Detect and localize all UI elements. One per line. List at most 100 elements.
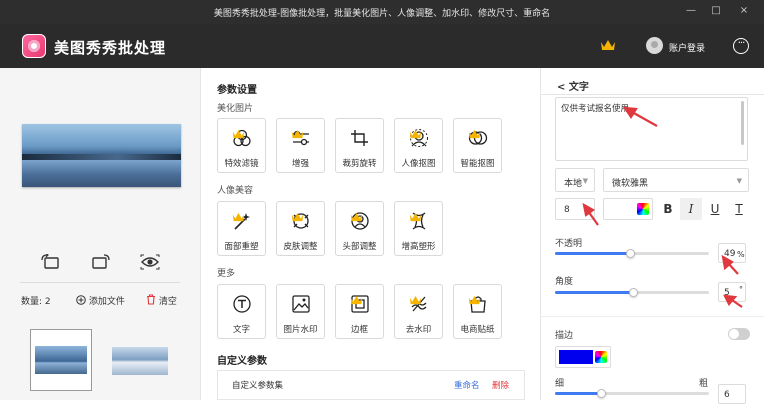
- tool-enhance[interactable]: 增强: [276, 118, 325, 173]
- tool-remove-watermark[interactable]: 去水印: [394, 284, 443, 339]
- portrait-label: 人像美容: [217, 186, 254, 196]
- opacity-slider[interactable]: [555, 249, 709, 258]
- divider: [541, 316, 764, 317]
- rotate-right-icon[interactable]: [91, 254, 111, 270]
- color-palette-icon: [595, 351, 607, 363]
- beautify-label: 美化图片: [217, 104, 254, 114]
- font-size-select[interactable]: 8 ▾: [555, 198, 595, 220]
- login-link[interactable]: 账户登录: [669, 41, 705, 54]
- tool-ecommerce-sticker[interactable]: 电商贴纸: [453, 284, 502, 339]
- stroke-color-picker[interactable]: [555, 346, 611, 368]
- tool-label: 去水印: [405, 325, 432, 335]
- tool-image-watermark[interactable]: 图片水印: [276, 284, 325, 339]
- tool-label: 裁剪旋转: [342, 159, 377, 169]
- vip-crown-icon: [468, 295, 481, 305]
- vip-crown-icon: [350, 295, 363, 305]
- degree-unit: °: [739, 285, 743, 294]
- text-icon: [233, 295, 251, 313]
- tool-label: 增高塑形: [401, 242, 436, 252]
- tool-label: 增强: [291, 159, 309, 169]
- tool-label: 特效滤镜: [224, 159, 259, 169]
- bold-button[interactable]: B: [657, 198, 679, 220]
- italic-button[interactable]: I: [680, 198, 702, 220]
- app-header: 美图秀秀批处理 账户登录 ···: [0, 24, 764, 68]
- tool-label: 电商贴纸: [460, 325, 495, 335]
- color-palette-icon: [637, 203, 649, 215]
- tool-border[interactable]: 边框: [335, 284, 384, 339]
- vip-crown-icon: [350, 212, 363, 222]
- custom-params-title: 自定义参数: [217, 356, 267, 367]
- vip-crown-icon[interactable]: [600, 39, 616, 51]
- minimize-button[interactable]: —: [684, 4, 698, 18]
- maximize-button[interactable]: □: [709, 4, 723, 18]
- avatar[interactable]: [646, 37, 663, 54]
- custom-param-set[interactable]: 自定义参数集: [232, 379, 283, 391]
- image-thumbnail-selected[interactable]: [30, 329, 92, 391]
- tool-height-shape[interactable]: 增高塑形: [394, 201, 443, 256]
- stroke-label: 描边: [555, 331, 574, 341]
- image-count-value: 2: [44, 297, 51, 307]
- app-logo-icon: [22, 34, 46, 58]
- add-file-button[interactable]: 添加文件: [76, 294, 125, 307]
- stroke-width-input[interactable]: 6: [718, 384, 746, 404]
- window-title: 美图秀秀批处理-图像批处理，批量美化图片、人像调整、加水印、修改尺寸、重命名: [213, 9, 551, 19]
- slider-handle[interactable]: [596, 389, 606, 398]
- tool-text[interactable]: 文字: [217, 284, 266, 339]
- tool-label: 面部重塑: [224, 242, 259, 252]
- tool-effect-filter[interactable]: 特效滤镜: [217, 118, 266, 173]
- scrollbar[interactable]: [741, 101, 744, 145]
- title-bar: 美图秀秀批处理-图像批处理，批量美化图片、人像调整、加水印、修改尺寸、重命名 —…: [0, 0, 764, 24]
- close-button[interactable]: ×: [737, 4, 751, 18]
- image-list-panel: 数量: 2 添加文件 清空: [0, 68, 200, 400]
- image-watermark-icon: [292, 295, 310, 313]
- section-title: 参数设置: [217, 85, 257, 96]
- tool-face-reshape[interactable]: 面部重塑: [217, 201, 266, 256]
- vip-crown-icon: [409, 295, 422, 305]
- crop-icon: [351, 130, 368, 146]
- vip-crown-icon: [468, 129, 481, 139]
- custom-params-list: 自定义参数集 重命名 删除: [217, 370, 525, 400]
- tool-label: 边框: [350, 325, 368, 335]
- more-menu-icon[interactable]: ···: [733, 38, 749, 54]
- tool-label: 图片水印: [283, 325, 318, 335]
- tool-skin-adjust[interactable]: 皮肤调整: [276, 201, 325, 256]
- font-source-select[interactable]: 本地 ▼: [555, 168, 595, 192]
- tool-smart-cutout[interactable]: 智能抠图: [453, 118, 502, 173]
- text-color-picker[interactable]: [603, 198, 653, 220]
- divider: [541, 94, 764, 95]
- more-label: 更多: [217, 269, 236, 279]
- image-thumbnail[interactable]: [112, 347, 168, 375]
- chevron-down-icon: ▼: [582, 177, 588, 185]
- tool-head-adjust[interactable]: 头部调整: [335, 201, 384, 256]
- percent-unit: %: [737, 250, 745, 259]
- opacity-label: 不透明: [555, 239, 583, 249]
- thin-label: 细: [555, 379, 565, 389]
- slider-handle[interactable]: [625, 249, 635, 258]
- tool-portrait-cutout[interactable]: 人像抠图: [394, 118, 443, 173]
- watermark-text-value: 仅供考试报名使用: [561, 104, 630, 114]
- rotate-left-icon[interactable]: [40, 254, 60, 270]
- tool-label: 智能抠图: [460, 159, 495, 169]
- stroke-toggle[interactable]: [728, 328, 750, 340]
- tool-label: 皮肤调整: [283, 242, 318, 252]
- rename-link[interactable]: 重命名: [454, 379, 480, 391]
- font-family-select[interactable]: 微软雅黑 ▼: [603, 168, 749, 192]
- stroke-width-slider[interactable]: [555, 389, 709, 398]
- tool-crop-rotate[interactable]: 裁剪旋转: [335, 118, 384, 173]
- vip-crown-icon: [291, 212, 304, 222]
- watermark-text-input[interactable]: 仅供考试报名使用: [555, 97, 748, 161]
- back-to-text-button[interactable]: < 文字: [557, 78, 589, 93]
- clear-button[interactable]: 清空: [146, 294, 177, 307]
- underline-button[interactable]: U: [704, 198, 726, 220]
- angle-slider[interactable]: [555, 288, 709, 297]
- slider-handle[interactable]: [629, 288, 639, 297]
- chevron-down-icon: ▼: [736, 177, 742, 185]
- vip-crown-icon: [409, 129, 422, 139]
- strikethrough-button[interactable]: T: [728, 198, 750, 220]
- delete-link[interactable]: 删除: [492, 379, 509, 391]
- text-settings-panel: < 文字 仅供考试报名使用 本地 ▼ 微软雅黑 ▼ 8 ▾ B I U T 不透明 4…: [540, 68, 764, 404]
- preview-image: [22, 124, 181, 187]
- preview-eye-icon[interactable]: [140, 254, 160, 270]
- parameter-panel: 参数设置 美化图片 特效滤镜 增强 裁剪旋转 人像抠图 智能抠图 人像美容 面部…: [200, 68, 540, 400]
- tool-label: 文字: [232, 325, 250, 335]
